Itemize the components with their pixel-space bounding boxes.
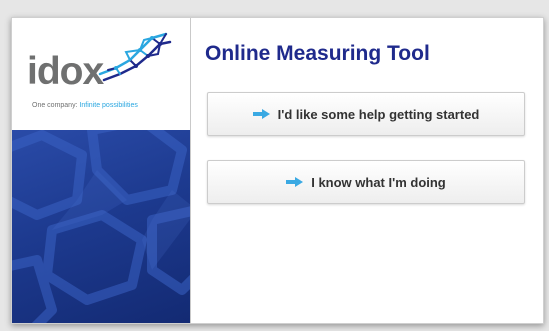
tagline-part1: One company: — [32, 102, 80, 109]
page-title: Online Measuring Tool — [205, 42, 430, 65]
tagline-part2: Infinite possibilities — [79, 102, 138, 109]
know-what-im-doing-label: I know what I'm doing — [311, 174, 446, 190]
main-content: Online Measuring Tool I'd like some help… — [191, 18, 543, 323]
hexagon-pattern — [12, 130, 190, 323]
brand-panel: idox One company: Infinite possibilities — [12, 18, 191, 323]
logo-network-icon — [98, 32, 172, 82]
logo: idox One company: Infinite possibilities — [12, 18, 190, 128]
decorative-pattern-panel — [12, 130, 190, 323]
help-getting-started-button[interactable]: I'd like some help getting started — [207, 92, 525, 136]
logo-wordmark: idox — [27, 50, 104, 93]
tagline: One company: Infinite possibilities — [32, 101, 138, 111]
know-what-im-doing-button[interactable]: I know what I'm doing — [207, 160, 525, 204]
arrow-right-icon — [286, 177, 304, 187]
help-getting-started-label: I'd like some help getting started — [277, 106, 480, 122]
arrow-right-icon — [252, 109, 270, 119]
welcome-dialog: idox One company: Infinite possibilities… — [11, 17, 544, 324]
